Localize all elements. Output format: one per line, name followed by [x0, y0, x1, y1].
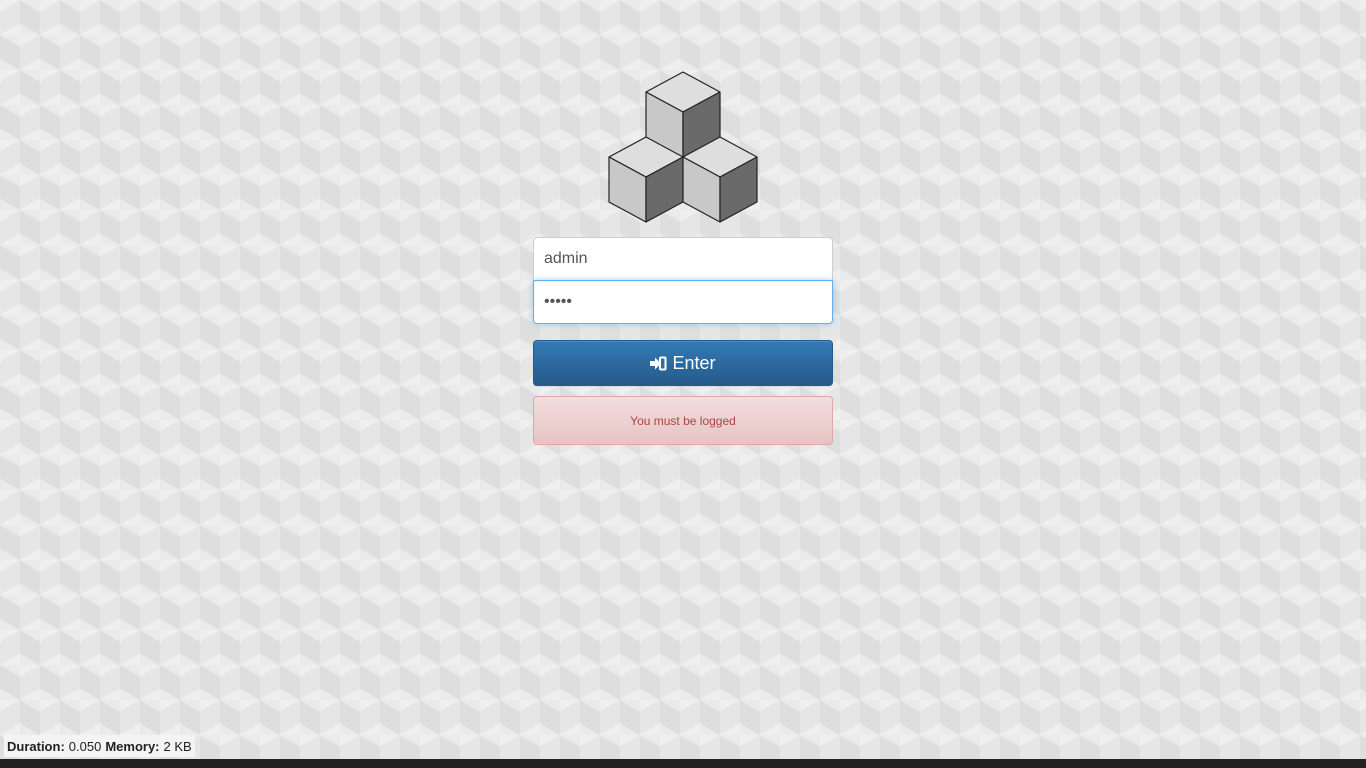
enter-button[interactable]: Enter [533, 340, 833, 386]
username-input[interactable] [533, 237, 833, 281]
memory-label: Memory: [105, 738, 160, 754]
duration-value: 0.050 [68, 738, 102, 754]
debug-bar: Duration: 0.050 Memory: 2 KB [4, 735, 195, 757]
enter-button-label: Enter [672, 352, 716, 373]
login-form: Enter You must be logged [533, 237, 833, 445]
password-input[interactable] [533, 280, 833, 324]
memory-value: 2 KB [163, 738, 192, 754]
error-alert: You must be logged [533, 396, 833, 445]
sign-in-icon [650, 356, 667, 371]
duration-label: Duration: [7, 738, 65, 754]
bottom-strip [0, 759, 1366, 768]
error-alert-message: You must be logged [630, 413, 736, 428]
cubes-logo-icon [606, 70, 760, 224]
